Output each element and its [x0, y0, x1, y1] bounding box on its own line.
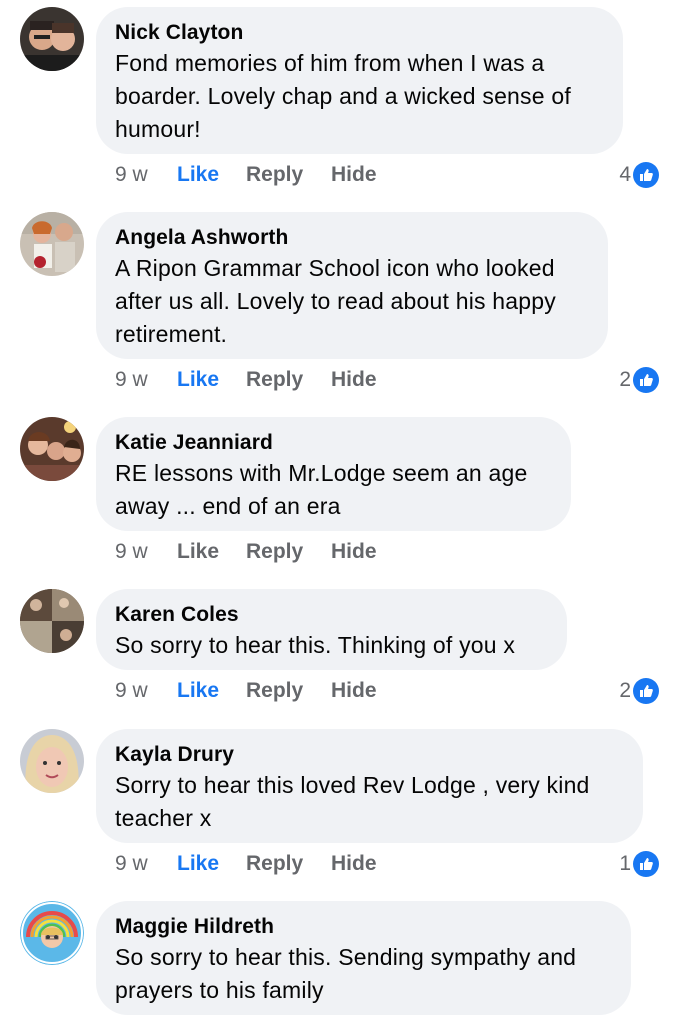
comment-bubble: Angela Ashworth A Ripon Grammar School i… — [96, 212, 608, 359]
comment-text: RE lessons with Mr.Lodge seem an age awa… — [115, 460, 528, 519]
thumbs-up-icon — [633, 162, 659, 188]
comment-bubble: Maggie Hildreth So sorry to hear this. S… — [96, 901, 631, 1015]
avatar[interactable] — [20, 729, 84, 793]
reply-button[interactable]: Reply — [246, 365, 303, 395]
comment-timestamp[interactable]: 9 w — [115, 676, 148, 706]
comment-bubble: Katie Jeanniard RE lessons with Mr.Lodge… — [96, 417, 571, 531]
reaction-count: 2 — [619, 368, 631, 391]
thumbs-up-icon — [633, 851, 659, 877]
comment-timestamp[interactable]: 9 w — [115, 160, 148, 190]
comment-actions: 9 w Like Reply Hide 1 — [0, 849, 679, 879]
comment-timestamp[interactable]: 9 w — [115, 537, 148, 567]
thumbs-up-icon — [633, 678, 659, 704]
reply-button[interactable]: Reply — [246, 537, 303, 567]
hide-button[interactable]: Hide — [331, 676, 377, 706]
comment-text: So sorry to hear this. Sending sympathy … — [115, 944, 577, 1003]
like-button[interactable]: Like — [177, 676, 219, 706]
comment-author[interactable]: Kayla Drury — [115, 743, 623, 767]
like-button[interactable]: Like — [177, 537, 219, 567]
hide-button[interactable]: Hide — [331, 849, 377, 879]
like-button[interactable]: Like — [177, 160, 219, 190]
avatar[interactable] — [20, 7, 84, 71]
avatar[interactable] — [20, 212, 84, 276]
comment-author[interactable]: Karen Coles — [115, 603, 547, 627]
comment-text: Sorry to hear this loved Rev Lodge , ver… — [115, 772, 590, 831]
reply-button[interactable]: Reply — [246, 849, 303, 879]
avatar[interactable] — [20, 417, 84, 481]
comment-timestamp[interactable]: 9 w — [115, 365, 148, 395]
comment-timestamp[interactable]: 9 w — [115, 849, 148, 879]
like-button[interactable]: Like — [177, 849, 219, 879]
reaction-summary[interactable]: 1 — [619, 849, 659, 879]
comment-text: So sorry to hear this. Thinking of you x — [115, 632, 516, 658]
comment-text: Fond memories of him from when I was a b… — [115, 50, 571, 142]
reply-button[interactable]: Reply — [246, 676, 303, 706]
comment-actions: 9 w Like Reply Hide 2 — [0, 365, 679, 395]
comment-author[interactable]: Nick Clayton — [115, 21, 603, 45]
hide-button[interactable]: Hide — [331, 160, 377, 190]
reaction-summary[interactable]: 2 — [619, 676, 659, 706]
like-button[interactable]: Like — [177, 365, 219, 395]
reply-button[interactable]: Reply — [246, 160, 303, 190]
reaction-count: 2 — [619, 679, 631, 702]
reaction-count: 1 — [619, 852, 631, 875]
comment-bubble: Karen Coles So sorry to hear this. Think… — [96, 589, 567, 670]
hide-button[interactable]: Hide — [331, 537, 377, 567]
reaction-summary[interactable]: 2 — [619, 365, 659, 395]
reaction-summary[interactable]: 4 — [619, 160, 659, 190]
comment-actions: 9 w Like Reply Hide — [0, 537, 679, 567]
comment-text: A Ripon Grammar School icon who looked a… — [115, 255, 556, 347]
comment-author[interactable]: Maggie Hildreth — [115, 915, 611, 939]
comment-author[interactable]: Angela Ashworth — [115, 226, 588, 250]
reaction-count: 4 — [619, 163, 631, 186]
comment-bubble: Nick Clayton Fond memories of him from w… — [96, 7, 623, 154]
comment-bubble: Kayla Drury Sorry to hear this loved Rev… — [96, 729, 643, 843]
comment-actions: 9 w Like Reply Hide 2 — [0, 676, 679, 706]
avatar[interactable] — [20, 589, 84, 653]
thumbs-up-icon — [633, 367, 659, 393]
avatar[interactable] — [20, 901, 84, 965]
hide-button[interactable]: Hide — [331, 365, 377, 395]
comment-actions: 9 w Like Reply Hide 4 — [0, 160, 679, 190]
comment-author[interactable]: Katie Jeanniard — [115, 431, 551, 455]
